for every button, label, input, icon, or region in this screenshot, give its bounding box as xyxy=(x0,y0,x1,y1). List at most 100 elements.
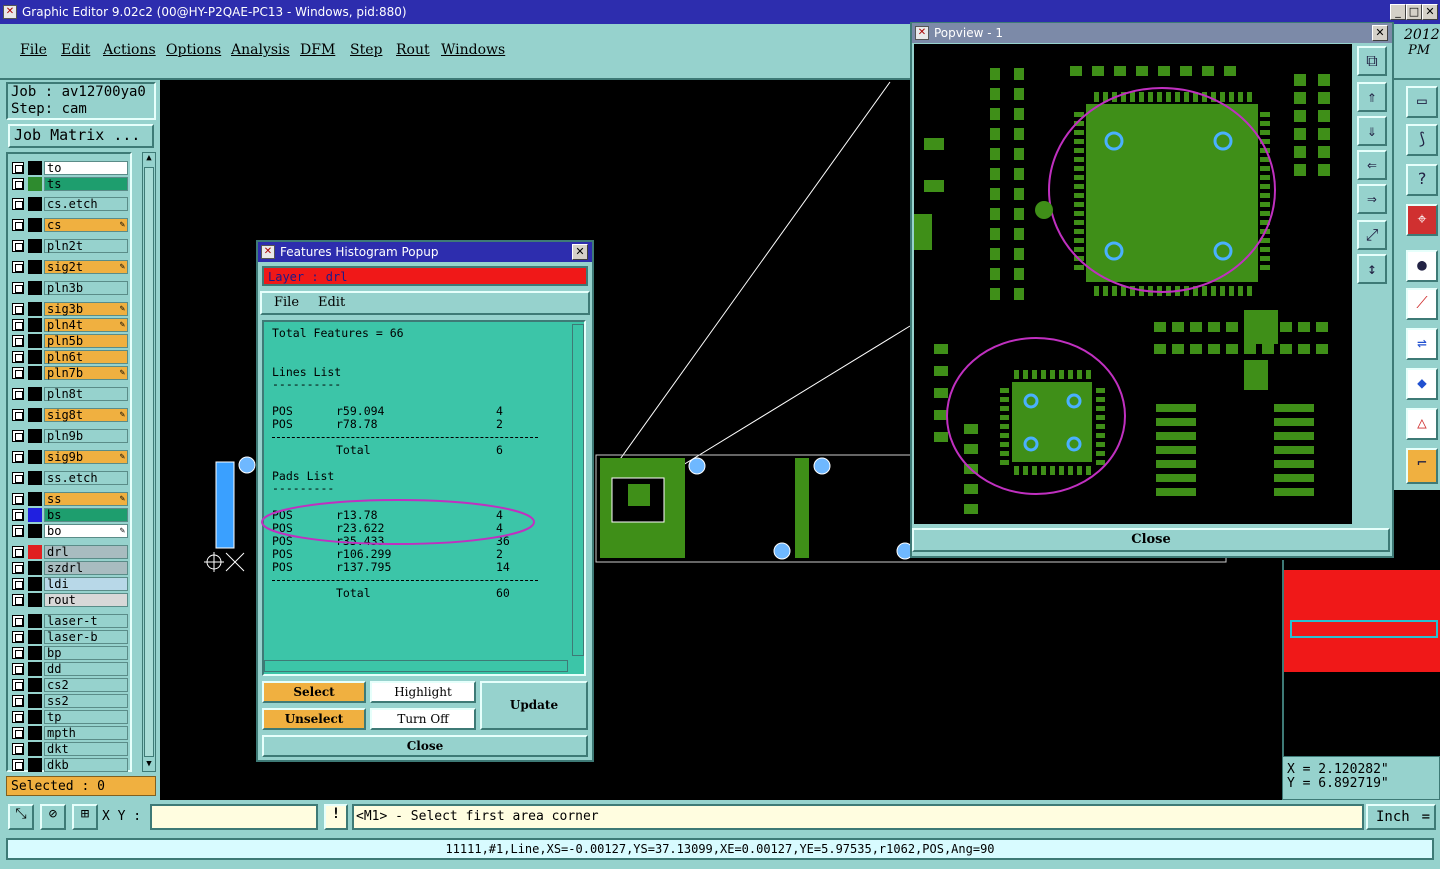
layer-row-to[interactable]: to xyxy=(10,161,128,175)
turn-off-button[interactable]: Turn Off xyxy=(370,708,476,730)
histogram-sym[interactable]: r78.78 xyxy=(336,418,378,431)
update-button[interactable]: Update xyxy=(480,681,588,730)
layer-name[interactable]: sig8t ✎ xyxy=(44,408,128,422)
histogram-menu-edit[interactable]: Edit xyxy=(318,293,345,312)
layer-checkbox[interactable] xyxy=(12,727,24,739)
menu-edit[interactable]: Edit xyxy=(61,42,90,58)
layer-row-laser-t[interactable]: laser-t xyxy=(10,614,128,628)
layer-color-swatch[interactable] xyxy=(28,630,42,644)
layer-color-swatch[interactable] xyxy=(28,302,42,316)
layer-name[interactable]: pln9b xyxy=(44,429,128,443)
layer-color-swatch[interactable] xyxy=(28,726,42,740)
layer-checkbox[interactable] xyxy=(12,351,24,363)
layer-checkbox[interactable] xyxy=(12,409,24,421)
layer-checkbox[interactable] xyxy=(12,282,24,294)
layer-checkbox[interactable] xyxy=(12,451,24,463)
layer-color-swatch[interactable] xyxy=(28,646,42,660)
layer-color-swatch[interactable] xyxy=(28,239,42,253)
layer-checkbox[interactable] xyxy=(12,743,24,755)
layer-row-ts[interactable]: ts xyxy=(10,177,128,191)
layer-name[interactable]: sig9b ✎ xyxy=(44,450,128,464)
popview-close-x[interactable]: ✕ xyxy=(1372,25,1388,41)
scroll-down-arrow[interactable]: ▼ xyxy=(143,759,155,771)
menu-rout[interactable]: Rout xyxy=(396,42,430,58)
layer-checkbox[interactable] xyxy=(12,162,24,174)
layer-row-cs2[interactable]: cs2 xyxy=(10,678,128,692)
layer-row-pln9b[interactable]: pln9b xyxy=(10,429,128,443)
layer-checkbox[interactable] xyxy=(12,240,24,252)
popview-fit-icon[interactable]: ⤢ xyxy=(1357,220,1387,250)
layer-checkbox[interactable] xyxy=(12,178,24,190)
tool-triangle-icon[interactable]: △ xyxy=(1406,408,1438,440)
layer-checkbox[interactable] xyxy=(12,198,24,210)
layer-row-dd[interactable]: dd xyxy=(10,662,128,676)
histogram-sym[interactable]: r137.795 xyxy=(336,561,391,574)
layer-row-ss.etch[interactable]: ss.etch xyxy=(10,471,128,485)
layer-color-swatch[interactable] xyxy=(28,387,42,401)
layer-color-swatch[interactable] xyxy=(28,524,42,538)
layer-checkbox[interactable] xyxy=(12,472,24,484)
layer-row-pln8t[interactable]: pln8t xyxy=(10,387,128,401)
layer-name[interactable]: bp xyxy=(44,646,128,660)
layer-name[interactable]: cs2 xyxy=(44,678,128,692)
layer-name[interactable]: pln3b xyxy=(44,281,128,295)
layer-name[interactable]: to xyxy=(44,161,128,175)
layer-checkbox[interactable] xyxy=(12,759,24,771)
layer-name[interactable]: ts xyxy=(44,177,128,191)
layer-checkbox[interactable] xyxy=(12,219,24,231)
select-button[interactable]: Select xyxy=(262,681,366,703)
layer-color-swatch[interactable] xyxy=(28,177,42,191)
layer-row-bo[interactable]: bo ✎ xyxy=(10,524,128,538)
layer-name[interactable]: rout xyxy=(44,593,128,607)
histogram-pol[interactable]: POS xyxy=(272,418,293,431)
layer-color-swatch[interactable] xyxy=(28,218,42,232)
popview-pan-up-icon[interactable]: ⇑ xyxy=(1357,82,1387,112)
popview-canvas[interactable] xyxy=(914,44,1352,524)
layer-name[interactable]: cs.etch xyxy=(44,197,128,211)
layer-checkbox[interactable] xyxy=(12,615,24,627)
layer-color-swatch[interactable] xyxy=(28,318,42,332)
layer-name[interactable]: dkb xyxy=(44,758,128,772)
layer-checkbox[interactable] xyxy=(12,711,24,723)
layer-name[interactable]: sig2t ✎ xyxy=(44,260,128,274)
layer-color-swatch[interactable] xyxy=(28,694,42,708)
layer-color-swatch[interactable] xyxy=(28,577,42,591)
layer-row-tp[interactable]: tp xyxy=(10,710,128,724)
cancel-tool-icon[interactable]: ⊘ xyxy=(40,804,66,830)
layer-name[interactable]: pln2t xyxy=(44,239,128,253)
layer-color-swatch[interactable] xyxy=(28,260,42,274)
layer-checkbox[interactable] xyxy=(12,493,24,505)
tool-route-icon[interactable]: ⟆ xyxy=(1406,124,1438,156)
layer-row-cs[interactable]: cs ✎ xyxy=(10,218,128,232)
layer-name[interactable]: dd xyxy=(44,662,128,676)
popview-expand-icon[interactable]: ↕ xyxy=(1357,254,1387,284)
tool-flip-icon[interactable]: ⇌ xyxy=(1406,328,1438,360)
layer-row-rout[interactable]: rout xyxy=(10,593,128,607)
layer-name[interactable]: pln4t ✎ xyxy=(44,318,128,332)
layer-checkbox[interactable] xyxy=(12,388,24,400)
info-icon[interactable]: ! xyxy=(324,804,348,830)
layer-name[interactable]: dkt xyxy=(44,742,128,756)
layer-checkbox[interactable] xyxy=(12,303,24,315)
layer-checkbox[interactable] xyxy=(12,594,24,606)
popview-close-button[interactable]: Close xyxy=(912,528,1390,552)
layer-row-ss2[interactable]: ss2 xyxy=(10,694,128,708)
layer-color-swatch[interactable] xyxy=(28,429,42,443)
layer-row-sig3b[interactable]: sig3b ✎ xyxy=(10,302,128,316)
units-dropdown[interactable]: Inch = xyxy=(1366,804,1436,830)
layer-row-bs[interactable]: bs xyxy=(10,508,128,522)
popview-pan-down-icon[interactable]: ⇓ xyxy=(1357,116,1387,146)
layer-row-sig2t[interactable]: sig2t ✎ xyxy=(10,260,128,274)
layer-checkbox[interactable] xyxy=(12,261,24,273)
layer-color-swatch[interactable] xyxy=(28,366,42,380)
layer-color-swatch[interactable] xyxy=(28,545,42,559)
maximize-button[interactable]: □ xyxy=(1406,4,1422,20)
layer-color-swatch[interactable] xyxy=(28,408,42,422)
layer-checkbox[interactable] xyxy=(12,335,24,347)
layer-row-pln4t[interactable]: pln4t ✎ xyxy=(10,318,128,332)
layer-name[interactable]: ldi xyxy=(44,577,128,591)
layer-name[interactable]: laser-b xyxy=(44,630,128,644)
layer-row-pln7b[interactable]: pln7b ✎ xyxy=(10,366,128,380)
layer-color-swatch[interactable] xyxy=(28,662,42,676)
menu-analysis[interactable]: Analysis xyxy=(231,42,290,58)
